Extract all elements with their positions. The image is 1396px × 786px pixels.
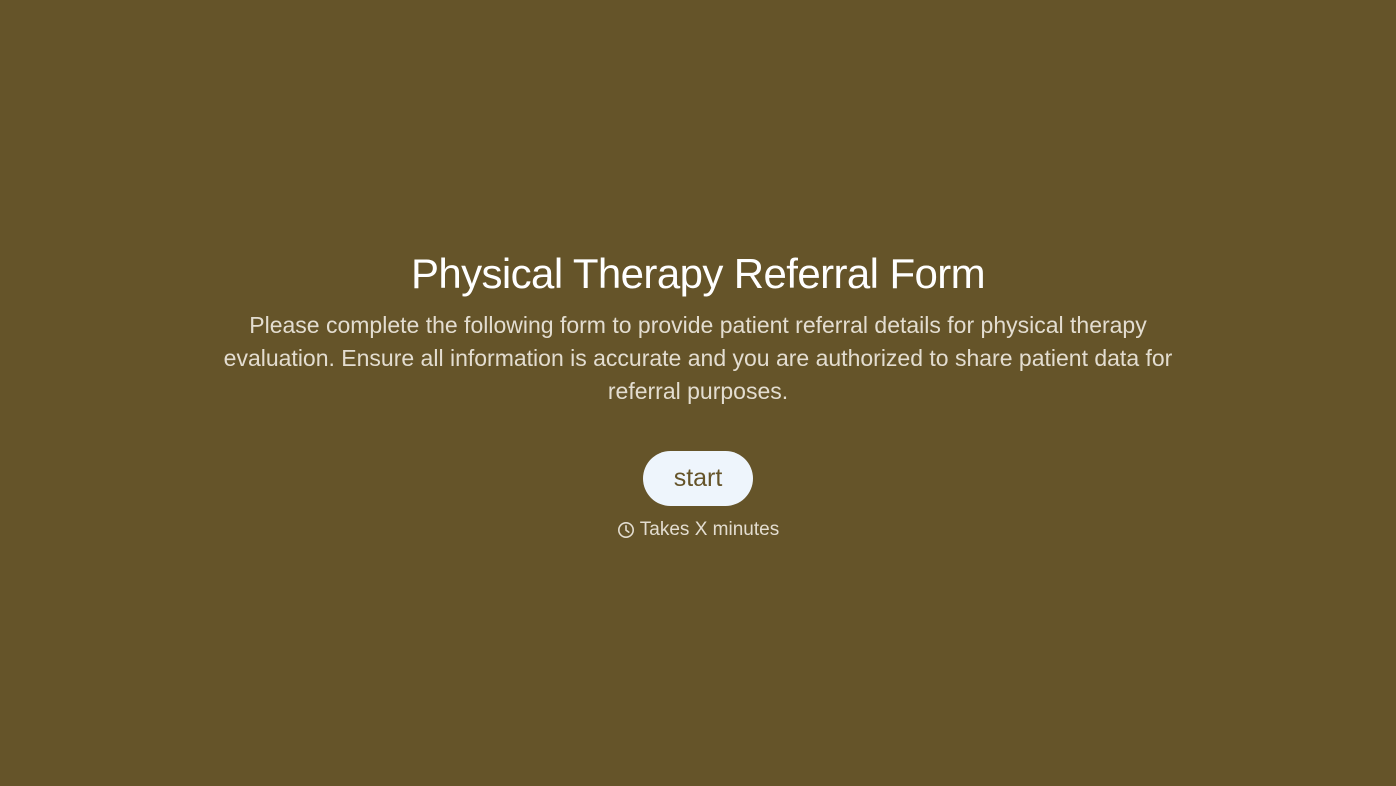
duration-text: Takes X minutes [639, 519, 780, 540]
start-button-label: start [673, 464, 723, 492]
form-intro-screen: Physical Therapy Referral Form Please co… [0, 0, 1396, 786]
form-description: Please complete the following form to pr… [223, 312, 1173, 404]
duration-info: Takes X minutes [617, 519, 779, 541]
start-button[interactable]: start [643, 451, 753, 506]
clock-icon [617, 521, 635, 539]
page-title: Physical Therapy Referral Form [410, 250, 986, 297]
